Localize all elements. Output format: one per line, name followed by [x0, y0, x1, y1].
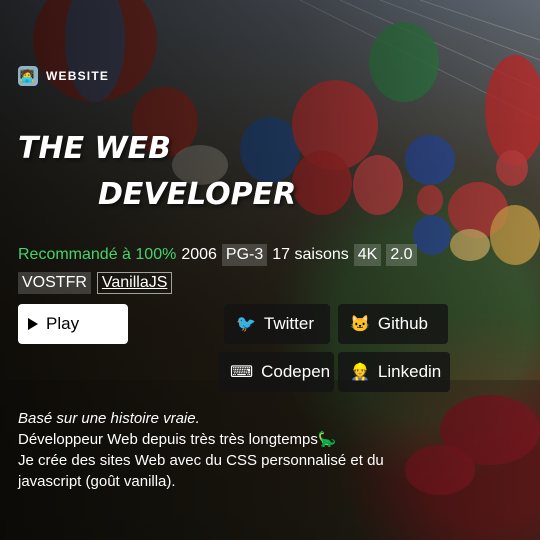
linkedin-button[interactable]: 👷 Linkedin	[338, 352, 450, 392]
tagline: Basé sur une histoire vraie.	[18, 410, 200, 427]
action-buttons: Play 🐦 Twitter 🐱 Github ⌨ Codepen 👷 Link…	[18, 304, 528, 396]
twitter-label: Twitter	[263, 314, 314, 333]
seasons-count: 17 saisons	[272, 246, 349, 263]
age-rating-badge: PG-3	[221, 244, 268, 266]
developer-avatar-icon: 🧑‍💻	[18, 66, 38, 86]
quality-badge: 4K	[353, 244, 382, 266]
codepen-label: Codepen	[261, 362, 331, 381]
codepen-button[interactable]: ⌨ Codepen	[218, 352, 334, 392]
title-line-1: THE WEB	[18, 131, 171, 166]
description-line-1: Développeur Web depuis très très longtem…	[18, 431, 337, 448]
release-year: 2006	[181, 246, 217, 263]
brand-label: WEBSITE	[46, 69, 110, 83]
description: Basé sur une histoire vraie. Développeur…	[18, 408, 398, 492]
worker-icon: 👷	[350, 364, 370, 381]
hero-content: 🧑‍💻 WEBSITE THE WEB DEVELOPER Recommandé…	[18, 66, 528, 492]
tags-row: VOSTFR VanillaJS	[18, 272, 528, 294]
bird-icon: 🐦	[236, 316, 256, 333]
description-line-2: Je crée des sites Web avec du CSS person…	[18, 452, 384, 490]
github-button[interactable]: 🐱 Github	[338, 304, 448, 344]
language-badge: VOSTFR	[18, 272, 91, 294]
linkedin-label: Linkedin	[377, 362, 442, 381]
title-line-2: DEVELOPER	[98, 177, 297, 212]
metadata-row: Recommandé à 100% 2006 PG-3 17 saisons 4…	[18, 244, 528, 266]
tech-link[interactable]: VanillaJS	[96, 272, 173, 294]
page-title: THE WEB DEVELOPER	[18, 126, 528, 218]
match-score: Recommandé à 100%	[18, 246, 177, 263]
play-label: Play	[46, 314, 80, 333]
play-icon	[28, 318, 38, 330]
brand: 🧑‍💻 WEBSITE	[18, 66, 528, 86]
keyboard-icon: ⌨	[230, 364, 254, 381]
github-label: Github	[377, 314, 429, 333]
cat-icon: 🐱	[350, 316, 370, 333]
twitter-button[interactable]: 🐦 Twitter	[224, 304, 330, 344]
version-badge: 2.0	[386, 244, 417, 266]
play-button[interactable]: Play	[18, 304, 128, 344]
